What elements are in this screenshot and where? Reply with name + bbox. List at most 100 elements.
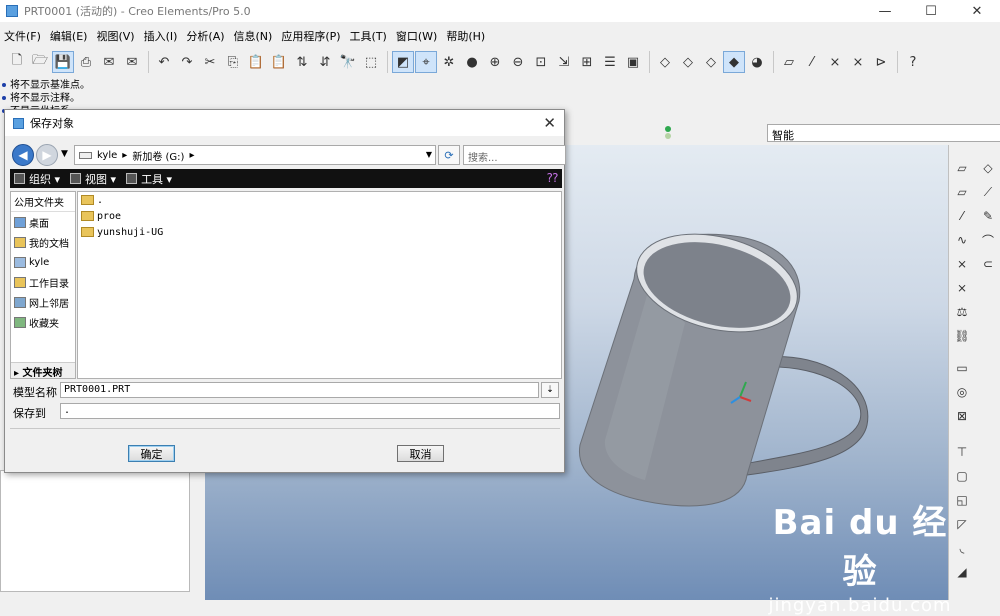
maximize-button[interactable]: ☐ [908, 0, 954, 22]
datum-planes-icon[interactable]: ▱ [778, 51, 800, 73]
save-icon[interactable]: 💾 [52, 51, 74, 73]
cancel-button[interactable]: 取消 [397, 445, 444, 462]
place-favorites[interactable]: 收藏夹 [11, 312, 75, 332]
list-item[interactable]: yunshuji-UG [78, 224, 561, 240]
tools-menu[interactable]: 工具 ▾ [126, 171, 172, 187]
menu-file[interactable]: 文件(F) [2, 28, 48, 44]
zoom-in-icon[interactable]: ⊕ [484, 51, 506, 73]
menu-info[interactable]: 信息(N) [232, 28, 280, 44]
menu-edit[interactable]: 编辑(E) [48, 28, 95, 44]
refit-icon[interactable]: ⊡ [530, 51, 552, 73]
copy-icon[interactable]: ⎘ [222, 51, 244, 73]
search-input[interactable]: 搜索... [463, 145, 566, 165]
print-icon[interactable]: ⎙ [75, 51, 97, 73]
history-dropdown-icon[interactable]: ▼ [61, 149, 68, 159]
model-name-field[interactable]: PRT0001.PRT [60, 382, 539, 398]
breadcrumb-user[interactable]: kyle [97, 150, 117, 161]
place-network[interactable]: 网上邻居 [11, 292, 75, 312]
point-tool-icon[interactable]: ⨯ [951, 253, 973, 275]
regenerate-icon[interactable]: ⇅ [291, 51, 313, 73]
hole-tool-icon[interactable]: ⊤ [951, 441, 973, 463]
link-tool-icon[interactable]: ⛓ [951, 325, 973, 347]
annotations-icon[interactable]: ⊳ [870, 51, 892, 73]
no-hidden-icon[interactable]: ◇ [700, 51, 722, 73]
orient-mode-icon[interactable]: ✲ [438, 51, 460, 73]
reorient-icon[interactable]: ⇲ [553, 51, 575, 73]
redo-icon[interactable]: ↷ [176, 51, 198, 73]
zoom-out-icon[interactable]: ⊖ [507, 51, 529, 73]
help-icon[interactable]: ⁇ [547, 171, 558, 185]
undo-icon[interactable]: ↶ [153, 51, 175, 73]
cosmetic-tool-icon[interactable]: ⊂ [977, 253, 999, 275]
list-item[interactable]: proe [78, 208, 561, 224]
open-folder-icon[interactable]: 🗁 [29, 51, 51, 73]
organize-menu[interactable]: 组织 ▾ [14, 171, 60, 187]
minimize-button[interactable]: — [862, 0, 908, 22]
hidden-line-icon[interactable]: ◇ [677, 51, 699, 73]
sketch-view-icon[interactable]: ◩ [392, 51, 414, 73]
back-arrow-icon[interactable]: ◀ [12, 144, 34, 166]
model-name-dropdown-icon[interactable]: ⇣ [541, 382, 559, 398]
axis-tool-icon[interactable]: ⟋ [977, 181, 999, 203]
dialog-close-button[interactable]: ✕ [543, 114, 556, 132]
menu-window[interactable]: 窗口(W) [394, 28, 444, 44]
views-menu[interactable]: 视图 ▾ [70, 171, 116, 187]
datum-points-icon[interactable]: ⨯ [824, 51, 846, 73]
selection-filter-dropdown[interactable]: 智能 [767, 124, 1000, 142]
file-list[interactable]: . proe yunshuji-UG [77, 191, 562, 379]
point-tool-icon[interactable]: ✎ [977, 205, 999, 227]
extrude-tool-icon[interactable]: ▭ [951, 357, 973, 379]
menu-help[interactable]: 帮助(H) [444, 28, 492, 44]
shell-tool-icon[interactable]: ▢ [951, 465, 973, 487]
cut-icon[interactable]: ✂ [199, 51, 221, 73]
spin-center-icon[interactable]: ⌖ [415, 51, 437, 73]
breadcrumb-drive[interactable]: 新加卷 (G:) [132, 148, 184, 163]
menu-insert[interactable]: 插入(I) [142, 28, 185, 44]
coord-sys-tool-icon[interactable]: ⨯ [951, 277, 973, 299]
datum-axes-icon[interactable]: ⁄ [801, 51, 823, 73]
paste-special-icon[interactable]: 📋 [268, 51, 290, 73]
find-icon[interactable]: 🔭 [337, 51, 359, 73]
regen-manager-icon[interactable]: ⇵ [314, 51, 336, 73]
wireframe-icon[interactable]: ◇ [654, 51, 676, 73]
layers-icon[interactable]: ☰ [599, 51, 621, 73]
menu-tools[interactable]: 工具(T) [348, 28, 394, 44]
folder-tree-toggle[interactable]: ▸ 文件夹树 [11, 362, 75, 379]
sketch-tool-icon[interactable]: ◇ [977, 157, 999, 179]
model-tree-display-icon[interactable]: ◕ [746, 51, 768, 73]
plane-tool-icon[interactable]: ▱ [951, 181, 973, 203]
forward-arrow-icon[interactable]: ▶ [36, 144, 58, 166]
analysis-tool-icon[interactable]: ⚖ [951, 301, 973, 323]
place-documents[interactable]: 我的文档 [11, 232, 75, 252]
refresh-icon[interactable]: ⟳ [438, 145, 460, 165]
menu-view[interactable]: 视图(V) [94, 28, 141, 44]
save-to-field[interactable]: . [60, 403, 560, 419]
sweep-tool-icon[interactable]: ⊠ [951, 405, 973, 427]
new-file-icon[interactable]: 🗋 [6, 51, 28, 73]
shading-icon[interactable]: ◆ [723, 51, 745, 73]
coordinate-systems-icon[interactable]: ⨯ [847, 51, 869, 73]
saved-views-icon[interactable]: ⊞ [576, 51, 598, 73]
menu-analysis[interactable]: 分析(A) [184, 28, 231, 44]
model-tree-panel[interactable] [0, 470, 190, 592]
place-user[interactable]: kyle [11, 252, 75, 272]
address-bar[interactable]: kyle ▸ 新加卷 (G:) ▸ ▼ [74, 145, 436, 165]
menu-applications[interactable]: 应用程序(P) [279, 28, 347, 44]
select-box-icon[interactable]: ⬚ [360, 51, 382, 73]
close-button[interactable]: ✕ [954, 0, 1000, 22]
revolve-tool-icon[interactable]: ◎ [951, 381, 973, 403]
context-help-icon[interactable]: ? [902, 51, 924, 73]
datum-plane-tool-icon[interactable]: ▱ [951, 157, 973, 179]
place-working-dir[interactable]: 工作目录 [11, 272, 75, 292]
mail-icon[interactable]: ✉ [98, 51, 120, 73]
appearance-icon[interactable]: ● [461, 51, 483, 73]
curve-tool-icon[interactable]: ∿ [951, 229, 973, 251]
address-dropdown-icon[interactable]: ▼ [426, 150, 432, 159]
paste-icon[interactable]: 📋 [245, 51, 267, 73]
axis-line-icon[interactable]: ⁄ [951, 205, 973, 227]
view-manager-icon[interactable]: ▣ [622, 51, 644, 73]
mail-attach-icon[interactable]: ✉ [121, 51, 143, 73]
surface-tool-icon[interactable]: ⌒ [977, 229, 999, 251]
ok-button[interactable]: 确定 [128, 445, 175, 462]
place-desktop[interactable]: 桌面 [11, 212, 75, 232]
